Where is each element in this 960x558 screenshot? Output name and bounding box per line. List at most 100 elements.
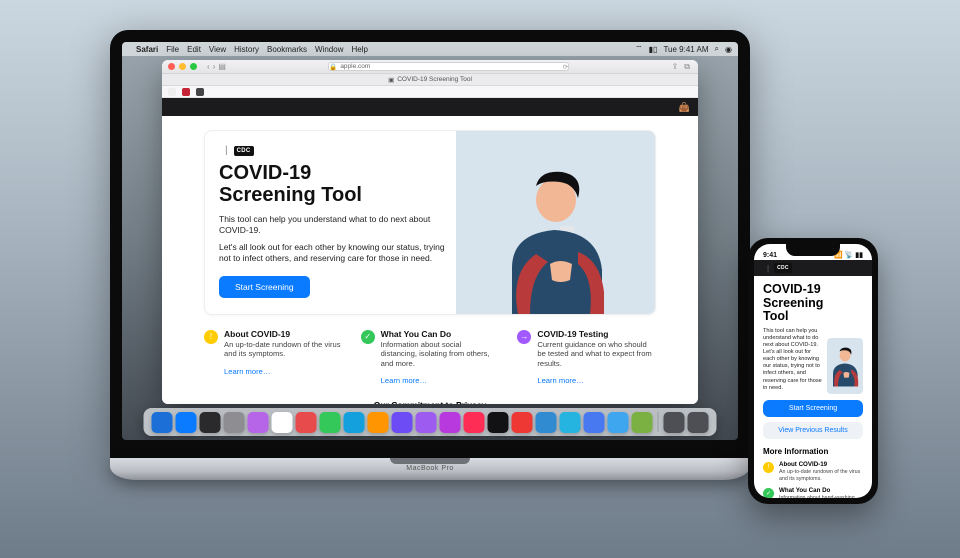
site-nav: 👜 xyxy=(162,98,698,116)
info-title: About COVID-19 xyxy=(224,329,343,339)
iphone-notch xyxy=(786,244,840,256)
address-bar[interactable]: 🔒 apple.com ⟳ xyxy=(328,62,569,71)
favorite-item[interactable] xyxy=(182,88,190,96)
menu-item[interactable]: View xyxy=(209,45,226,54)
back-button[interactable]: ‹ xyxy=(207,62,210,71)
info-body: An up-to-date rundown of the virus and i… xyxy=(779,469,863,482)
dock-app-icon[interactable] xyxy=(512,412,533,433)
cdc-badge: CDC xyxy=(774,263,792,273)
tabs-icon[interactable]: ⧉ xyxy=(684,62,690,72)
sidebar-toggle-icon[interactable]: ▤ xyxy=(218,62,226,71)
dock-app-icon[interactable] xyxy=(200,412,221,433)
view-previous-results-button[interactable]: View Previous Results xyxy=(763,422,863,439)
dock-app-icon[interactable] xyxy=(560,412,581,433)
hero-illustration xyxy=(827,338,863,394)
dock-app-icon[interactable] xyxy=(344,412,365,433)
minimize-window-button[interactable] xyxy=(179,63,186,70)
favorites-bar xyxy=(162,86,698,98)
info-item-about[interactable]: ! About COVID-19 An up-to-date rundown o… xyxy=(763,461,863,482)
info-item-whatyoucan[interactable]: ✓ What You Can Do Information about hand… xyxy=(763,487,863,498)
dock-app-icon[interactable] xyxy=(488,412,509,433)
dock-app-icon[interactable] xyxy=(296,412,317,433)
favorite-item[interactable] xyxy=(168,88,176,96)
info-body: An up-to-date rundown of the virus and i… xyxy=(224,340,343,359)
menu-item[interactable]: Window xyxy=(315,45,343,54)
info-body: Information about hand-washing, social d… xyxy=(779,495,863,498)
info-title: What You Can Do xyxy=(779,487,863,494)
arrow-icon: → xyxy=(517,330,531,344)
tab-favicon: ▣ xyxy=(388,76,394,84)
wifi-icon: ⌔ xyxy=(635,44,643,54)
dock-app-icon[interactable] xyxy=(440,412,461,433)
privacy-section: Our Commitment to Privacy Apple is not c… xyxy=(204,388,656,404)
page-content: 👜 | CDC COVID-19Screeni xyxy=(162,98,698,404)
dock-app-icon[interactable] xyxy=(392,412,413,433)
safari-toolbar: ‹ › ▤ 🔒 apple.com ⟳ ⇪ ⧉ xyxy=(162,60,698,74)
dock-app-icon[interactable] xyxy=(584,412,605,433)
iphone: 9:41 📶 📡 ▮▮ | CDC COVID-19Screening Tool… xyxy=(748,238,878,504)
menubar-clock: Tue 9:41 AM xyxy=(663,45,708,54)
alert-icon: ! xyxy=(204,330,218,344)
search-icon[interactable]: ⌕ xyxy=(715,44,719,54)
battery-icon: ▮▯ xyxy=(649,45,658,54)
info-col-whatyoucan: ✓ What You Can Do Information about soci… xyxy=(361,329,500,388)
menu-item[interactable]: Bookmarks xyxy=(267,45,307,54)
dock-app-icon[interactable] xyxy=(224,412,245,433)
dock-app-icon[interactable] xyxy=(536,412,557,433)
dock-app-icon[interactable] xyxy=(632,412,653,433)
dock-app-icon[interactable] xyxy=(416,412,437,433)
forward-button[interactable]: › xyxy=(213,62,216,71)
menu-item[interactable]: Edit xyxy=(187,45,201,54)
hero-illustration xyxy=(456,131,655,314)
learn-more-link[interactable]: Learn more… xyxy=(381,376,427,385)
reload-icon[interactable]: ⟳ xyxy=(563,63,568,71)
dock-app-icon[interactable] xyxy=(688,412,709,433)
share-icon[interactable]: ⇪ xyxy=(672,62,679,72)
dock-app-icon[interactable] xyxy=(176,412,197,433)
start-screening-button[interactable]: Start Screening xyxy=(219,276,310,298)
menu-item[interactable]: History xyxy=(234,45,259,54)
favorite-item[interactable] xyxy=(196,88,204,96)
lock-icon: 🔒 xyxy=(329,63,337,71)
tab-title: COVID-19 Screening Tool xyxy=(397,76,472,83)
info-title: About COVID-19 xyxy=(779,461,863,468)
safari-tab[interactable]: ▣ COVID-19 Screening Tool xyxy=(162,74,698,86)
dock-app-icon[interactable] xyxy=(368,412,389,433)
dock-app-icon[interactable] xyxy=(464,412,485,433)
menu-item[interactable]: File xyxy=(166,45,179,54)
dock xyxy=(144,408,717,436)
dock-app-icon[interactable] xyxy=(152,412,173,433)
safari-window: ‹ › ▤ 🔒 apple.com ⟳ ⇪ ⧉ xyxy=(162,60,698,404)
mac-menu-bar: Safari File Edit View History Bookmarks … xyxy=(122,42,738,56)
hero-card: | CDC COVID-19Screening Tool This tool c… xyxy=(204,130,656,315)
dock-app-icon[interactable] xyxy=(272,412,293,433)
site-nav: | CDC xyxy=(754,260,872,276)
macbook: Safari File Edit View History Bookmarks … xyxy=(110,30,750,480)
start-screening-button[interactable]: Start Screening xyxy=(763,400,863,417)
dock-app-icon[interactable] xyxy=(320,412,341,433)
info-body: Information about social distancing, iso… xyxy=(381,340,500,368)
address-url: apple.com xyxy=(340,63,370,70)
menu-item[interactable]: Help xyxy=(351,45,367,54)
close-window-button[interactable] xyxy=(168,63,175,70)
menubar-app-name: Safari xyxy=(136,45,158,54)
iphone-time: 9:41 xyxy=(763,252,777,259)
cdc-badge: CDC xyxy=(234,146,254,156)
info-col-about: ! About COVID-19 An up-to-date rundown o… xyxy=(204,329,343,388)
info-body: Current guidance on who should be tested… xyxy=(537,340,656,368)
hero-title: COVID-19Screening Tool xyxy=(219,162,446,206)
learn-more-link[interactable]: Learn more… xyxy=(224,367,270,376)
privacy-title: Our Commitment to Privacy xyxy=(234,400,626,404)
learn-more-link[interactable]: Learn more… xyxy=(537,376,583,385)
dock-app-icon[interactable] xyxy=(248,412,269,433)
zoom-window-button[interactable] xyxy=(190,63,197,70)
hero-para: This tool can help you understand what t… xyxy=(763,328,823,392)
alert-icon: ! xyxy=(763,462,774,473)
dock-app-icon[interactable] xyxy=(608,412,629,433)
dock-app-icon[interactable] xyxy=(664,412,685,433)
siri-icon[interactable]: ◉ xyxy=(725,45,732,54)
check-icon: ✓ xyxy=(763,488,774,498)
info-title: COVID-19 Testing xyxy=(537,329,656,339)
more-info-heading: More Information xyxy=(763,447,863,456)
bag-icon[interactable]: 👜 xyxy=(679,102,690,113)
